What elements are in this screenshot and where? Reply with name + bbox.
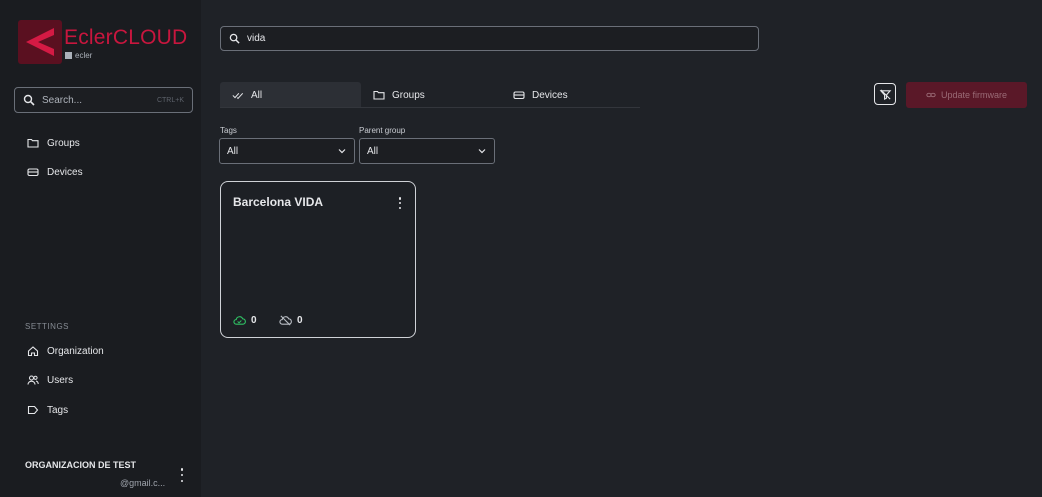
tabs-divider	[220, 107, 640, 108]
search-input[interactable]: vida	[220, 26, 759, 51]
tab-all[interactable]: All	[220, 82, 361, 108]
view-tabs: All Groups Devices	[220, 82, 640, 108]
settings-section-label: SETTINGS	[25, 322, 70, 331]
tab-label: Groups	[392, 89, 425, 101]
search-value: vida	[247, 33, 266, 44]
card-menu-icon[interactable]	[397, 197, 403, 209]
tags-filter-select[interactable]: All	[219, 138, 355, 164]
folder-icon	[373, 90, 385, 100]
parent-group-filter-label: Parent group	[359, 126, 406, 135]
device-icon	[27, 168, 39, 177]
group-card-title: Barcelona VIDA	[233, 195, 324, 209]
offline-count: 0	[297, 315, 303, 326]
filter-off-icon	[879, 88, 891, 100]
tag-icon	[27, 405, 39, 415]
update-firmware-label: Update firmware	[940, 90, 1008, 100]
tags-filter-label: Tags	[220, 126, 237, 135]
brand-subtitle: ecler	[65, 51, 92, 60]
chevron-down-icon	[338, 149, 346, 154]
sidebar-item-label: Devices	[47, 166, 83, 178]
sidebar-item-groups[interactable]: Groups	[27, 137, 80, 149]
parent-group-filter-value: All	[367, 145, 379, 157]
ecler-mark-icon	[65, 52, 72, 59]
tab-label: All	[251, 89, 263, 101]
device-icon	[513, 91, 525, 100]
sidebar-item-label: Groups	[47, 137, 80, 149]
sidebar: EclerCLOUD ecler Search... CTRL+K Groups…	[0, 0, 201, 497]
search-icon	[229, 33, 240, 44]
online-count: 0	[251, 315, 257, 326]
sidebar-search-placeholder: Search...	[42, 94, 83, 106]
search-shortcut: CTRL+K	[156, 96, 184, 104]
search-icon	[23, 94, 35, 106]
tags-filter-value: All	[227, 145, 239, 157]
sidebar-item-users[interactable]: Users	[27, 374, 73, 386]
sidebar-item-organization[interactable]: Organization	[27, 345, 104, 357]
update-firmware-button[interactable]: Update firmware	[906, 82, 1027, 108]
sidebar-item-label: Tags	[47, 404, 69, 416]
organization-menu-icon[interactable]	[178, 468, 186, 482]
sidebar-item-label: Users	[47, 374, 74, 386]
logo[interactable]: EclerCLOUD ecler	[18, 20, 193, 66]
brand-title: EclerCLOUD	[64, 26, 188, 49]
tab-groups[interactable]: Groups	[361, 82, 501, 108]
home-icon	[27, 346, 39, 357]
sidebar-item-label: Organization	[47, 345, 104, 357]
group-card[interactable]: Barcelona VIDA 0 0	[220, 181, 416, 338]
tab-devices[interactable]: Devices	[501, 82, 640, 108]
sidebar-item-devices[interactable]: Devices	[27, 166, 83, 178]
sidebar-item-tags[interactable]: Tags	[27, 404, 68, 416]
tab-label: Devices	[532, 89, 568, 101]
sidebar-search-input[interactable]: Search... CTRL+K	[14, 87, 193, 113]
parent-group-filter-select[interactable]: All	[359, 138, 495, 164]
organization-name: ORGANIZACION DE TEST	[25, 460, 137, 470]
organization-email: @gmail.c...	[120, 478, 166, 488]
link-icon	[926, 92, 936, 98]
check-all-icon	[232, 92, 244, 100]
clear-filter-button[interactable]	[874, 83, 896, 105]
brand-subtitle-text: ecler	[75, 51, 93, 60]
cloud-offline-icon	[279, 315, 292, 326]
chevron-down-icon	[478, 149, 486, 154]
ecler-logo-icon	[18, 20, 62, 64]
cloud-online-icon	[233, 316, 246, 325]
folder-icon	[27, 138, 39, 148]
offline-devices-stat: 0	[279, 314, 303, 327]
online-devices-stat: 0	[233, 314, 257, 327]
users-icon	[27, 375, 39, 385]
